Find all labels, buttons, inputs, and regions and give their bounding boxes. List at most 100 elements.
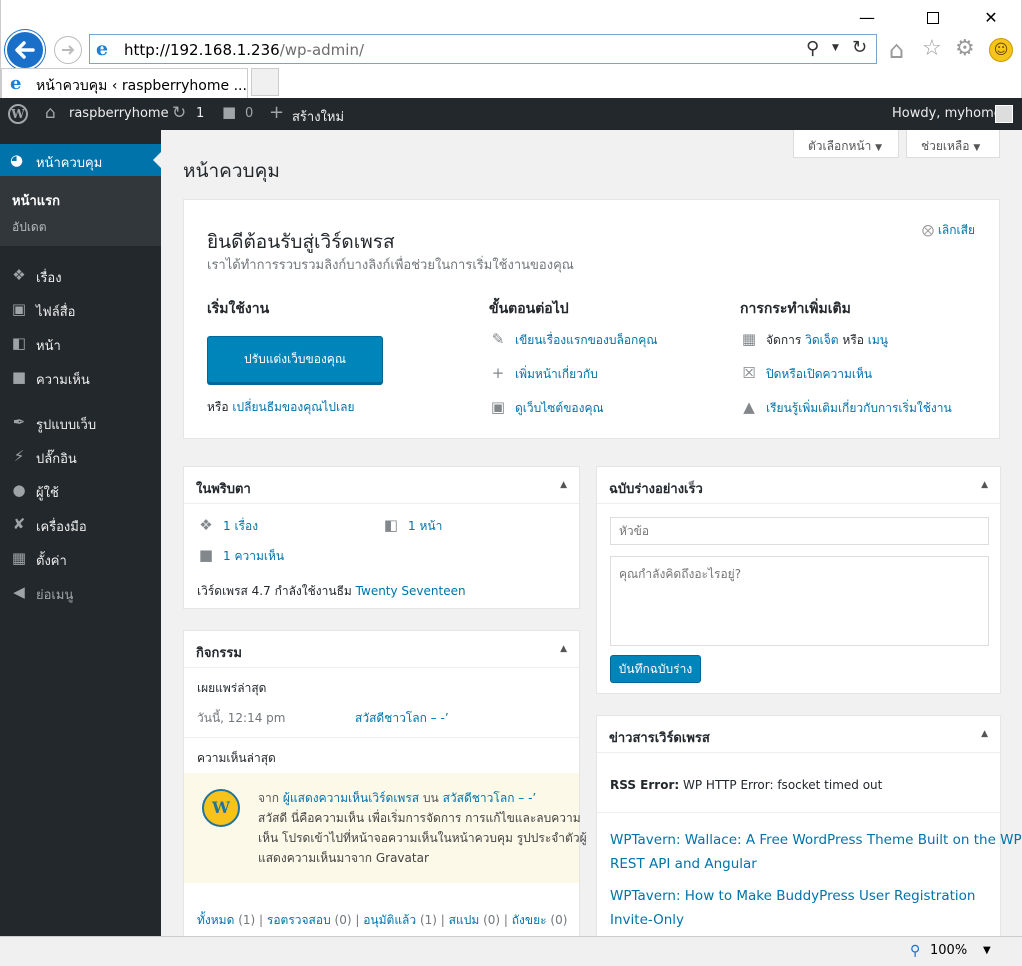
glance-comments[interactable]: ■ 1 ความเห็น [197,546,284,566]
toggle-arrow-icon[interactable]: ▲ [981,729,988,739]
widget-header[interactable]: กิจกรรม ▲ [184,631,579,668]
news-item[interactable]: WPTavern: Wallace: A Free WordPress Them… [610,828,1022,876]
toggle-arrow-icon[interactable]: ▲ [560,644,567,654]
news-link-line[interactable]: Invite-Only [610,908,975,932]
learn-more-link[interactable]: เรียนรู้เพิ่มเติมเกี่ยวกับการเริ่มใช้งาน [766,401,952,415]
home-icon[interactable]: ⌂ [889,36,904,64]
favorites-icon[interactable]: ☆ [922,36,942,61]
toggle-comments-link[interactable]: ปิดหรือเปิดความเห็น [766,367,872,381]
zoom-dropdown-icon[interactable]: ▼ [983,945,991,956]
forward-button[interactable] [54,36,82,64]
new-content-link[interactable]: สร้างใหม่ [292,106,344,127]
sidebar-item-tools[interactable]: ✘ เครื่องมือ [0,509,161,539]
comment-filters: ทั้งหมด (1) | รอตรวจสอบ (0) | อนุมัติแล้… [197,913,568,927]
submenu-updates[interactable]: อัปเดต [12,218,47,237]
posts-count-link[interactable]: 1 เรื่อง [223,519,258,533]
news-link-line[interactable]: WPTavern: How to Make BuddyPress User Re… [610,884,975,908]
news-item[interactable]: WPTavern: How to Make BuddyPress User Re… [610,884,975,932]
news-link-line[interactable]: REST API and Angular [610,852,1022,876]
address-bar[interactable]: e http://192.168.1.236/wp-admin/ ⚲ ▼ ↻ [89,34,877,64]
sidebar-item-dashboard[interactable]: ◕ หน้าควบคุม [0,144,161,176]
smiley-icon[interactable]: ☺ [989,38,1013,62]
sidebar-item-media[interactable]: ▣ ไฟล์สื่อ [0,294,161,324]
sidebar-item-posts[interactable]: ❖ เรื่อง [0,260,161,290]
sidebar-item-plugins[interactable]: ⚡ ปลั๊กอิน [0,441,161,471]
save-draft-button[interactable]: บันทึกฉบับร่าง [610,655,701,683]
glance-version: เวิร์ดเพรส 4.7 กำลังใช้งานธีม Twenty Sev… [197,582,466,601]
commenter-link[interactable]: ผู้แสดงความเห็นเวิร์ดเพรส [283,791,419,805]
filter-all-link[interactable]: ทั้งหมด [197,913,234,927]
chevron-down-icon: ▼ [973,143,981,153]
page-icon: ◧ [11,334,27,352]
next-step-about[interactable]: + เพิ่มหน้าเกี่ยวกับ [489,364,598,384]
dismiss-label: เลิกเสีย [937,223,976,237]
sidebar-item-pages[interactable]: ◧ หน้า [0,328,161,358]
glance-pages[interactable]: ◧ 1 หน้า [382,516,442,536]
screen-options-button[interactable]: ตัวเลือกหน้า ▼ [793,130,899,158]
maximize-icon[interactable] [923,8,943,28]
plus-icon[interactable]: + [269,102,284,123]
news-link-line[interactable]: WPTavern: Wallace: A Free WordPress Them… [610,828,1022,852]
widget-header[interactable]: ข่าวสารเวิร์ดเพรส ▲ [597,716,1000,753]
filter-pending-link[interactable]: รอตรวจสอบ [267,913,331,927]
browser-tab[interactable]: e หน้าควบคุม ‹ raspberryhome ... [1,68,248,98]
avatar[interactable] [995,105,1013,123]
sidebar-item-users[interactable]: ● ผู้ใช้ [0,475,161,505]
comments-count[interactable]: 0 [245,106,253,121]
filter-spam-link[interactable]: สแปม [449,913,480,927]
draft-content-textarea[interactable] [610,556,989,646]
draft-title-input[interactable] [610,517,989,545]
tools-gear-icon[interactable]: ⚙ [955,36,975,61]
comment-text-line: แสดงความเห็นมาจาก Gravatar [258,851,429,865]
more-action-learn[interactable]: ▲ เรียนรู้เพิ่มเติมเกี่ยวกับการเริ่มใช้งา… [740,398,952,418]
refresh-icon[interactable]: ↻ [852,37,867,58]
sidebar-item-settings[interactable]: ▦ ตั้งค่า [0,543,161,573]
comments-count-link[interactable]: 1 ความเห็น [223,549,284,563]
divider [597,812,1000,813]
widget-header[interactable]: ในพริบตา ▲ [184,467,579,504]
sidebar-item-label: หน้าควบคุม [36,156,103,171]
search-icon[interactable]: ⚲ [806,38,819,59]
sidebar-item-comments[interactable]: ■ ความเห็น [0,362,161,392]
new-tab-button[interactable] [251,68,279,96]
published-post-link[interactable]: สวัสดีชาวโลก – -’ [355,709,449,728]
updates-count[interactable]: 1 [196,106,204,121]
theme-link[interactable]: Twenty Seventeen [356,584,466,598]
toggle-arrow-icon[interactable]: ▲ [560,480,567,490]
minimize-icon[interactable]: — [857,8,877,28]
comment-post-link[interactable]: สวัสดีชาวโลก – -’ [443,791,537,805]
add-about-page-link[interactable]: เพิ่มหน้าเกี่ยวกับ [515,367,598,381]
activity-widget: กิจกรรม ▲ เผยแพร่ล่าสุด วันนี้, 12:14 pm … [183,630,587,940]
more-action-comments[interactable]: ☒ ปิดหรือเปิดความเห็น [740,364,872,384]
back-button[interactable] [5,30,45,70]
ie-logo-icon: e [96,38,109,60]
menus-link[interactable]: เมนู [868,333,888,347]
dropdown-arrow-icon[interactable]: ▼ [832,43,839,53]
comments-icon[interactable]: ■ [222,103,236,121]
close-icon[interactable]: ✕ [981,8,1001,28]
sidebar-collapse-menu[interactable]: ◀ ย่อเมนู [0,577,161,607]
next-step-write[interactable]: ✎ เขียนเรื่องแรกของบล็อกคุณ [489,330,658,350]
help-button[interactable]: ช่วยเหลือ ▼ [906,130,1000,158]
updates-icon[interactable]: ↻ [172,103,186,123]
filter-approved-link[interactable]: อนุมัติแล้ว [363,913,416,927]
widgets-link[interactable]: วิดเจ็ต [805,333,838,347]
change-theme-link[interactable]: เปลี่ยนธีมของคุณไปเลย [232,400,354,414]
sidebar-item-label: ตั้งค่า [36,554,67,569]
pages-count-link[interactable]: 1 หน้า [408,519,442,533]
wordpress-logo-icon[interactable]: W [8,104,28,124]
write-first-post-link[interactable]: เขียนเรื่องแรกของบล็อกคุณ [515,333,657,347]
view-site-link[interactable]: ดูเว็บไซต์ของคุณ [515,401,604,415]
site-name-link[interactable]: raspberryhome [69,106,169,121]
customize-site-button[interactable]: ปรับแต่งเว็บของคุณ [207,336,383,383]
filter-trash-link[interactable]: ถังขยะ [512,913,547,927]
glance-posts[interactable]: ❖ 1 เรื่อง [197,516,258,536]
zoom-level[interactable]: 100% [930,943,967,958]
next-step-view[interactable]: ▣ ดูเว็บไซต์ของคุณ [489,398,604,418]
widget-header[interactable]: ฉบับร่างอย่างเร็ว ▲ [597,467,1000,504]
submenu-home[interactable]: หน้าแรก [12,190,60,211]
howdy-user-link[interactable]: Howdy, myhome [892,106,1002,121]
sidebar-item-appearance[interactable]: ✒ รูปแบบเว็บ [0,407,161,437]
toggle-arrow-icon[interactable]: ▲ [981,480,988,490]
dismiss-link[interactable]: ⨂ เลิกเสีย [922,221,975,240]
